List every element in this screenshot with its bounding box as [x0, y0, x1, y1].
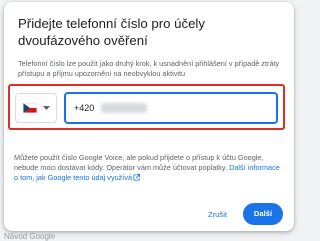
czech-flag-icon	[22, 103, 37, 113]
background-text: Návod Google	[4, 232, 56, 241]
next-button[interactable]: Další	[243, 203, 283, 225]
cancel-button[interactable]: Zrušit	[202, 205, 233, 225]
info-text: Můžete použít číslo Google Voice, ale po…	[14, 153, 264, 172]
country-select[interactable]	[15, 93, 57, 123]
redacted-phone-number	[101, 103, 148, 113]
dropdown-caret-icon	[42, 106, 50, 110]
phone-prefix: +420	[74, 103, 95, 113]
external-link-icon	[133, 174, 141, 181]
google-voice-info: Můžete použít číslo Google Voice, ale po…	[14, 153, 282, 183]
phone-number-input[interactable]: +420	[64, 92, 278, 124]
dialog-description: Telefonní číslo lze použít jako druhý kr…	[18, 59, 280, 78]
dialog-title: Přidejte telefonní číslo pro účely dvouf…	[18, 16, 205, 48]
